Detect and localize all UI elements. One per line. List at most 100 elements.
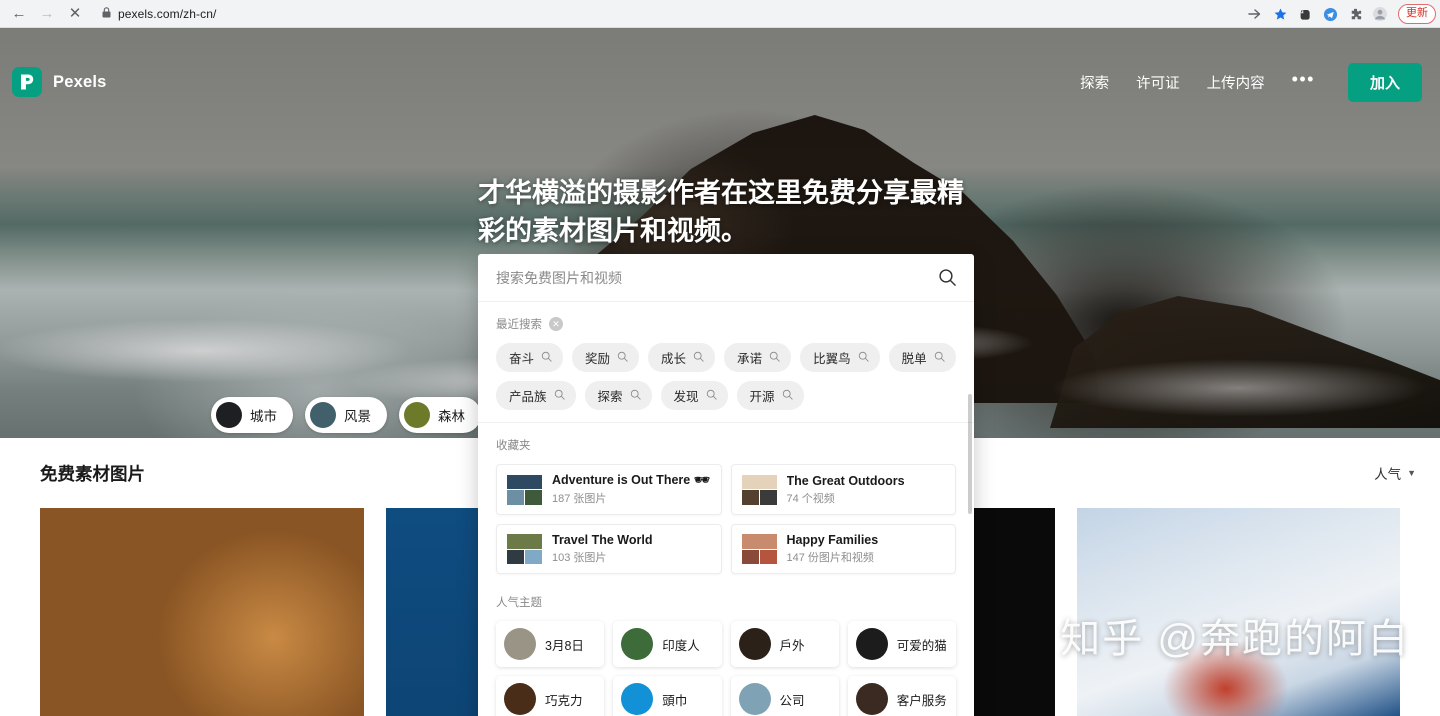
nav-item-license[interactable]: 许可证: [1136, 72, 1180, 93]
topic-thumbnail: [855, 683, 888, 715]
search-field[interactable]: [478, 254, 974, 302]
search-suggestions-panel: 最近搜索 ✕ 奋斗 奖励 成长 承诺 比翼鸟 脱单 产品族 探索 发现 开源 收藏夹 Advent…: [478, 302, 974, 716]
chip-label: 成长: [661, 352, 687, 366]
category-thumb: [404, 402, 430, 428]
chip-label: 脱单: [901, 352, 927, 366]
collections-grid: Adventure is Out There 🕶 187 张图片 The Great…: [496, 464, 956, 576]
recent-search-chip[interactable]: 发现: [660, 381, 728, 410]
topic-card[interactable]: 可爱的猫: [847, 621, 956, 667]
topics-grid: 3月8日 印度人 戶外 可爱的猫巧克力 頭巾 公司 客户服务: [496, 621, 956, 716]
send-icon[interactable]: [1244, 3, 1266, 25]
extensions-puzzle-icon[interactable]: [1344, 3, 1366, 25]
search-icon: [782, 389, 793, 403]
category-pill[interactable]: 风景: [305, 397, 387, 433]
search-input[interactable]: [496, 269, 936, 286]
collection-card[interactable]: Happy Families 147 份图片和视频: [730, 524, 956, 574]
topic-label: 巧克力: [545, 693, 583, 708]
topic-card[interactable]: 巧克力: [496, 676, 605, 716]
telegram-icon[interactable]: [1319, 3, 1341, 25]
search-icon: [541, 351, 552, 365]
chip-label: 比翼鸟: [813, 352, 851, 366]
sort-dropdown[interactable]: 人气 ▼: [1374, 463, 1416, 483]
search-icon: [554, 389, 565, 403]
clear-circle-icon[interactable]: ✕: [549, 317, 563, 331]
chevron-down-icon: ▼: [1407, 468, 1416, 478]
category-label: 风景: [344, 409, 371, 424]
pexels-p-logo-icon: [12, 67, 42, 97]
topic-card[interactable]: 頭巾: [613, 676, 722, 716]
chip-label: 奋斗: [509, 352, 535, 366]
nav-item-upload[interactable]: 上传内容: [1207, 72, 1265, 93]
category-pill[interactable]: 城市: [211, 397, 293, 433]
collection-card[interactable]: The Great Outdoors 74 个视频: [730, 464, 956, 515]
update-button[interactable]: 更新: [1398, 4, 1436, 24]
back-arrow-icon[interactable]: ←: [6, 1, 32, 27]
address-bar[interactable]: pexels.com/zh-cn/: [94, 4, 334, 24]
browser-toolbar-icons: 更新: [1244, 0, 1436, 28]
photo-tile-flower-veil[interactable]: [1076, 508, 1400, 716]
topics-section: 人气主题 3月8日 印度人 戶外 可爱的猫巧克力 頭巾 公司 客户服务: [478, 580, 974, 716]
search-icon: [630, 389, 641, 403]
collection-title: Travel The World: [552, 533, 653, 547]
recent-search-chip[interactable]: 承诺: [724, 343, 792, 372]
collection-title: Adventure is Out There 🕶: [552, 473, 710, 487]
collection-meta: 147 份图片和视频: [786, 552, 874, 564]
search-icon: [858, 351, 869, 365]
chip-label: 开源: [749, 390, 775, 404]
page-title: 免费素材图片: [40, 463, 145, 484]
topic-card[interactable]: 公司: [730, 676, 839, 716]
search-icon: [934, 351, 945, 365]
photo-tile-hair[interactable]: [40, 508, 364, 716]
collection-thumbnail: [741, 534, 777, 564]
collection-title: Happy Families: [786, 533, 879, 547]
topic-label: 3月8日: [545, 638, 584, 653]
topic-card[interactable]: 客户服务: [847, 676, 956, 716]
search-icon: [617, 351, 628, 365]
topic-card[interactable]: 3月8日: [496, 621, 605, 667]
recent-search-chip[interactable]: 奖励: [572, 343, 640, 372]
browser-nav-buttons: ← → ✕: [6, 1, 88, 27]
topic-label: 公司: [779, 693, 805, 708]
collection-text: Travel The World 103 张图片: [552, 533, 653, 565]
brand[interactable]: Pexels: [12, 67, 107, 97]
topics-title: 人气主题: [496, 597, 542, 609]
bookmark-star-icon[interactable]: [1269, 3, 1291, 25]
forward-arrow-icon[interactable]: →: [34, 1, 60, 27]
topic-card[interactable]: 戶外: [730, 621, 839, 667]
topic-thumbnail: [504, 683, 536, 715]
topic-label: 可爱的猫: [896, 638, 947, 653]
collection-card[interactable]: Adventure is Out There 🕶 187 张图片: [496, 464, 722, 515]
topic-label: 客户服务: [896, 693, 947, 708]
recent-search-chip[interactable]: 比翼鸟: [800, 343, 880, 372]
recent-searches-title: 最近搜索: [496, 319, 542, 331]
recent-searches-label: 最近搜索 ✕: [496, 316, 956, 332]
topic-card[interactable]: 印度人: [613, 621, 722, 667]
panel-scrollbar[interactable]: [968, 394, 972, 514]
collection-card[interactable]: Travel The World 103 张图片: [496, 524, 722, 574]
page-content: Pexels 探索 许可证 上传内容 ••• 加入 才华横溢的摄影作者在这里免费…: [0, 28, 1440, 716]
collection-thumbnail: [507, 534, 542, 564]
recent-search-chip[interactable]: 开源: [736, 381, 804, 410]
category-thumb: [310, 402, 336, 428]
evernote-icon[interactable]: [1294, 3, 1316, 25]
join-button[interactable]: 加入: [1347, 62, 1422, 102]
search-icon: [769, 351, 780, 365]
recent-search-chip[interactable]: 产品族: [496, 381, 576, 410]
nav-item-explore[interactable]: 探索: [1080, 72, 1109, 93]
recent-search-chip[interactable]: 奋斗: [496, 343, 564, 372]
recent-search-chip[interactable]: 探索: [584, 381, 652, 410]
search-icon[interactable]: [936, 267, 958, 289]
recent-search-chip[interactable]: 成长: [648, 343, 716, 372]
site-header: Pexels 探索 许可证 上传内容 ••• 加入: [0, 56, 1440, 108]
recent-search-chip[interactable]: 脱单: [888, 343, 956, 372]
category-pill[interactable]: 森林: [399, 397, 481, 433]
nav-more-icon[interactable]: •••: [1292, 70, 1315, 88]
stop-x-icon[interactable]: ✕: [62, 1, 88, 27]
collection-thumbnail: [741, 474, 777, 505]
profile-avatar-icon[interactable]: [1369, 3, 1391, 25]
topic-label: 戶外: [779, 638, 805, 653]
collection-title: The Great Outdoors: [786, 473, 905, 488]
hero-title: 才华横溢的摄影作者在这里免费分享最精彩的素材图片和视频。: [478, 178, 964, 247]
collection-text: The Great Outdoors 74 个视频: [787, 474, 905, 506]
topics-label: 人气主题: [496, 594, 956, 610]
